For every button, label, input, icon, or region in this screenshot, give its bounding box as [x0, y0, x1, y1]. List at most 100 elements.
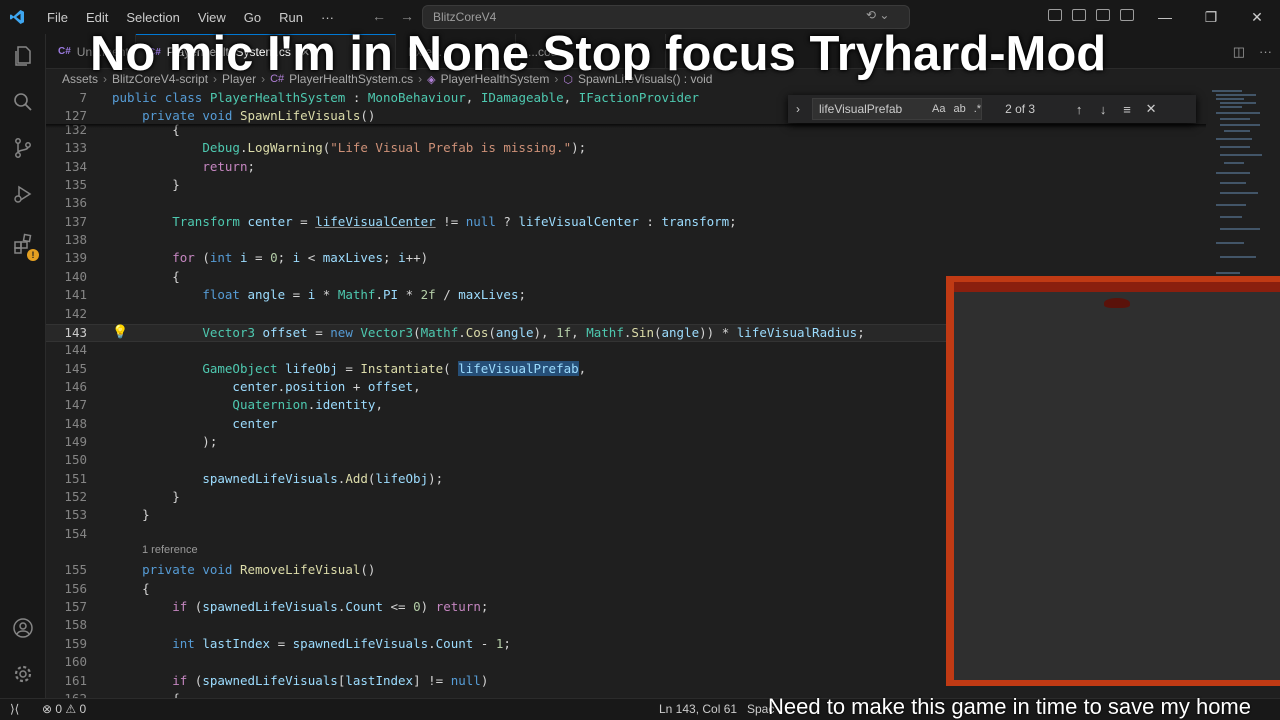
line-number: 134 [64, 158, 87, 174]
code-text[interactable]: Quaternion.identity, [112, 397, 383, 412]
lightbulb-icon[interactable]: 💡 [112, 325, 128, 340]
line-number: 155 [64, 562, 87, 578]
code-text[interactable]: Vector3 offset = new Vector3(Mathf.Cos(a… [112, 325, 864, 340]
line-number: 151 [64, 470, 87, 486]
code-text[interactable]: spawnedLifeVisuals.Add(lifeObj); [112, 471, 443, 486]
line-number: 157 [64, 599, 87, 615]
code-text[interactable]: GameObject lifeObj = Instantiate( lifeVi… [112, 360, 586, 376]
line-number: 142 [64, 305, 87, 321]
toggle-replace-chevron-icon[interactable]: › [788, 102, 808, 116]
code-line[interactable]: 139 for (int i = 0; i < maxLives; i++) [46, 250, 1206, 268]
line-number: 140 [64, 268, 87, 284]
line-number: 137 [64, 213, 87, 229]
command-center-label: BlitzCoreV4 [433, 10, 497, 24]
close-icon[interactable]: ✕ [1234, 0, 1280, 34]
more-actions-icon[interactable]: ··· [1259, 44, 1272, 60]
manage-gear-icon[interactable] [0, 654, 46, 694]
source-control-icon[interactable] [0, 128, 46, 168]
toggle-secondary-sidebar-icon[interactable] [1120, 9, 1134, 21]
code-text[interactable]: ); [112, 434, 217, 449]
line-number: 139 [64, 250, 87, 266]
code-text[interactable]: } [112, 489, 180, 504]
line-number: 149 [64, 433, 87, 449]
code-line[interactable]: 135 } [46, 177, 1206, 195]
match-case-toggle[interactable]: Aa [930, 103, 947, 115]
find-in-selection-icon[interactable]: ≡ [1115, 102, 1139, 117]
search-icon[interactable] [0, 82, 46, 122]
line-number: 150 [64, 452, 87, 468]
menu-edit[interactable]: Edit [77, 10, 117, 25]
menu-go[interactable]: Go [235, 10, 270, 25]
code-text[interactable]: } [112, 177, 180, 192]
close-find-icon[interactable]: ✕ [1139, 101, 1163, 117]
line-number: 158 [64, 617, 87, 633]
code-text[interactable]: Debug.LogWarning("Life Visual Prefab is … [112, 140, 586, 155]
game-preview-frame [946, 276, 1280, 686]
menu-more[interactable]: ··· [312, 10, 343, 25]
code-text[interactable]: return; [112, 159, 255, 174]
line-number: 154 [64, 525, 87, 541]
code-text[interactable]: { [112, 691, 180, 698]
line-number: 145 [64, 360, 87, 376]
code-line[interactable]: 138 [46, 232, 1206, 250]
demon-ornament-icon [1104, 298, 1130, 308]
code-text[interactable]: Transform center = lifeVisualCenter != n… [112, 214, 736, 229]
code-text[interactable]: int lastIndex = spawnedLifeVisuals.Count… [112, 636, 511, 651]
code-text[interactable]: { [112, 269, 180, 284]
split-editor-icon[interactable]: ◫ [1233, 44, 1245, 60]
next-match-arrow-icon[interactable]: ↓ [1091, 102, 1115, 117]
line-number: 162 [46, 691, 87, 698]
code-line[interactable]: 136 [46, 195, 1206, 213]
code-line[interactable]: 133 Debug.LogWarning("Life Visual Prefab… [46, 140, 1206, 158]
line-number: 136 [64, 195, 87, 211]
line-number: 161 [64, 672, 87, 688]
toggle-primary-sidebar-icon[interactable] [1072, 9, 1086, 21]
restore-icon[interactable]: ❐ [1188, 0, 1234, 34]
codelens-label[interactable]: 1 reference [142, 544, 198, 556]
line-number: 127 [64, 108, 87, 123]
code-text[interactable]: center.position + offset, [112, 379, 420, 394]
menu-file[interactable]: File [38, 10, 77, 25]
code-text[interactable]: for (int i = 0; i < maxLives; i++) [112, 250, 428, 265]
line-number: 147 [64, 397, 87, 413]
code-text[interactable]: if (spawnedLifeVisuals.Count <= 0) retur… [112, 599, 488, 614]
toggle-panel-icon[interactable] [1096, 9, 1110, 21]
code-text[interactable]: private void SpawnLifeVisuals() [112, 108, 375, 123]
previous-match-arrow-icon[interactable]: ↑ [1067, 102, 1091, 117]
minimize-icon[interactable]: — [1142, 0, 1188, 34]
menu-run[interactable]: Run [270, 10, 312, 25]
layout-customize-icon[interactable] [1048, 9, 1062, 21]
code-text[interactable]: public class PlayerHealthSystem : MonoBe… [112, 90, 699, 105]
csharp-file-icon: C# [58, 46, 71, 57]
stream-title-overlay: No mic I'm in None Stop focus Tryhard-Mo… [90, 27, 1107, 81]
code-text[interactable]: { [112, 581, 150, 596]
line-number: 141 [64, 287, 87, 303]
run-debug-icon[interactable] [0, 174, 46, 214]
regex-toggle[interactable]: .* [972, 103, 983, 115]
line-number: 7 [79, 90, 87, 105]
code-line[interactable]: 134 return; [46, 159, 1206, 177]
extensions-icon[interactable]: ! [0, 224, 46, 264]
account-icon[interactable] [0, 608, 46, 648]
cursor-position[interactable]: Ln 143, Col 61 [659, 702, 737, 716]
menu-selection[interactable]: Selection [117, 10, 188, 25]
explorer-icon[interactable] [0, 36, 46, 76]
problems-indicator[interactable]: ⊗ 0 ⚠ 0 [42, 702, 86, 716]
code-text[interactable]: private void RemoveLifeVisual() [112, 562, 375, 577]
code-text[interactable]: float angle = i * Mathf.PI * 2f / maxLiv… [112, 287, 526, 302]
line-number: 152 [64, 489, 87, 504]
line-number: 144 [64, 342, 87, 358]
remote-indicator-icon[interactable]: ⟩⟨ [10, 702, 19, 716]
forward-arrow-icon[interactable]: → [400, 8, 414, 24]
back-arrow-icon[interactable]: ← [372, 8, 386, 24]
line-number: 146 [64, 378, 87, 394]
code-text[interactable]: center [112, 416, 277, 431]
code-text[interactable]: if (spawnedLifeVisuals[lastIndex] != nul… [112, 673, 488, 688]
code-line[interactable]: 137 Transform center = lifeVisualCenter … [46, 214, 1206, 232]
code-text[interactable]: } [112, 507, 150, 522]
whole-word-toggle[interactable]: ab [951, 103, 967, 115]
line-number: 133 [64, 140, 87, 156]
copilot-icon[interactable]: ⟲ ⌄ [866, 8, 889, 22]
menu-view[interactable]: View [189, 10, 235, 25]
find-widget: › Aa ab .* 2 of 3 ↑ ↓ ≡ ✕ [788, 95, 1196, 123]
